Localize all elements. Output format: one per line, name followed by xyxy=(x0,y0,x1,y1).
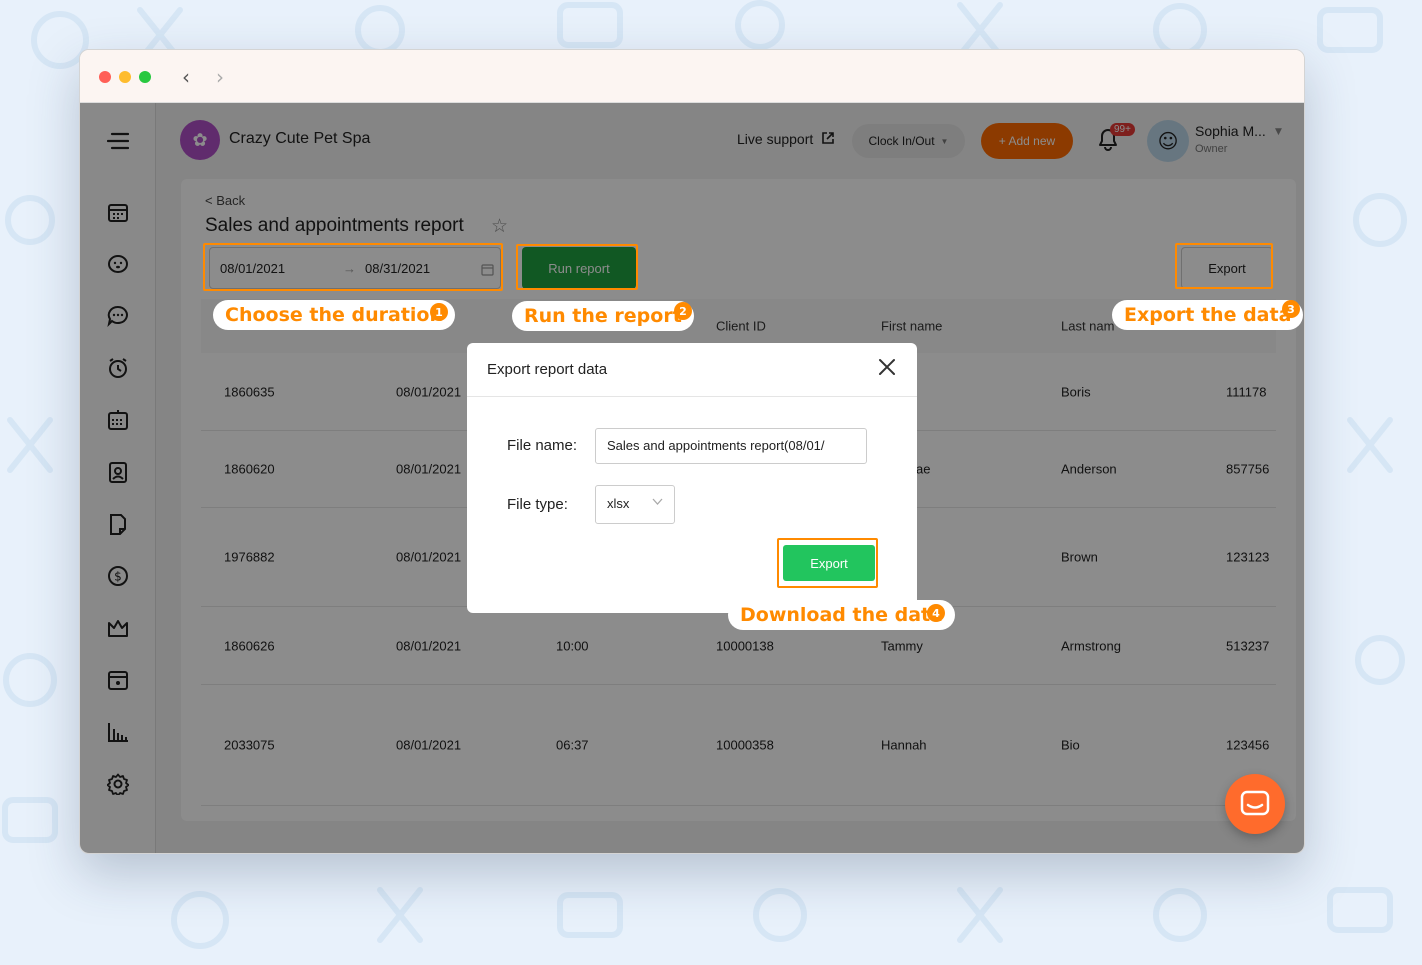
file-type-value: xlsx xyxy=(607,496,630,511)
browser-back-button[interactable]: ‹ xyxy=(182,65,190,89)
file-type-label: File type: xyxy=(507,496,568,513)
date-range-highlight xyxy=(203,243,503,291)
callout-run-report: Run the report xyxy=(512,301,694,331)
minimize-window-button[interactable] xyxy=(119,71,131,83)
modal-title: Export report data xyxy=(487,361,608,378)
step-number: 3 xyxy=(1282,300,1300,318)
chat-launcher-button[interactable] xyxy=(1225,774,1285,834)
file-name-label: File name: xyxy=(507,437,578,454)
close-window-button[interactable] xyxy=(99,71,111,83)
browser-titlebar: ‹ › xyxy=(80,50,1304,103)
run-report-highlight xyxy=(516,244,638,290)
chat-bubble-icon xyxy=(1240,790,1270,816)
maximize-window-button[interactable] xyxy=(139,71,151,83)
callout-choose-duration: Choose the duration xyxy=(213,300,455,330)
modal-export-highlight xyxy=(777,538,878,588)
step-number: 1 xyxy=(430,303,448,321)
export-highlight xyxy=(1175,243,1273,289)
step-number: 2 xyxy=(674,302,692,320)
callout-download-data: Download the data xyxy=(728,600,955,630)
callout-export-data: Export the data xyxy=(1112,300,1304,330)
file-name-field[interactable]: Sales and appointments report(08/01/ xyxy=(595,428,867,464)
close-icon[interactable] xyxy=(877,357,897,383)
modal-header: Export report data xyxy=(467,343,917,397)
step-number: 4 xyxy=(927,604,945,622)
chevron-down-icon xyxy=(652,497,663,508)
file-type-select[interactable]: xlsx xyxy=(595,485,675,524)
browser-forward-button[interactable]: › xyxy=(216,65,224,89)
